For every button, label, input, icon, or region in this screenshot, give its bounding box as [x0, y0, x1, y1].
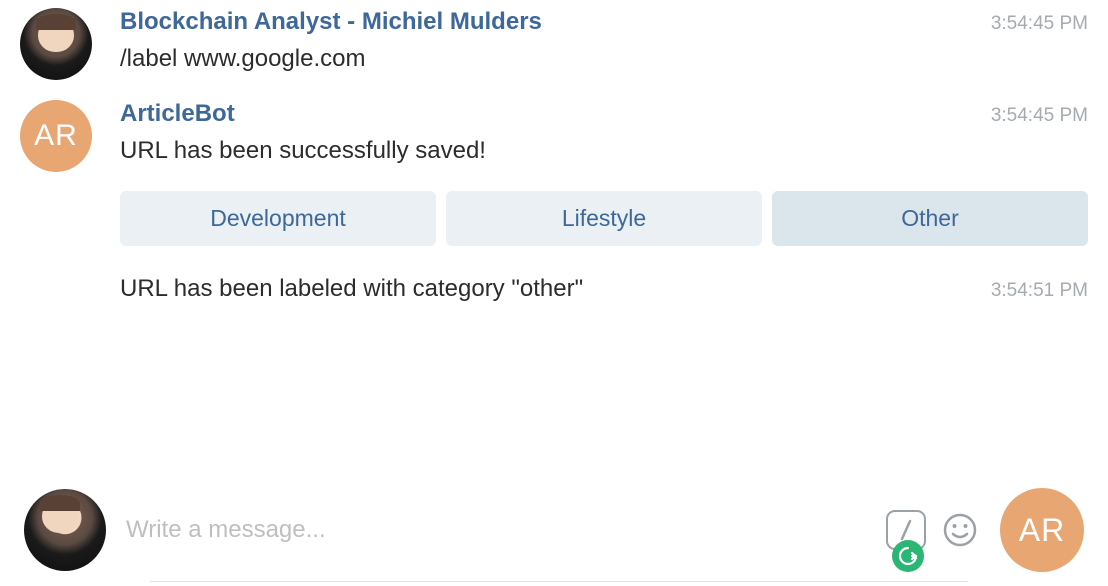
message-row-user: Blockchain Analyst - Michiel Mulders 3:5…	[20, 8, 1088, 80]
smiley-icon	[942, 512, 978, 548]
avatar-user[interactable]	[20, 8, 92, 80]
avatar-bot[interactable]: AR	[20, 100, 92, 172]
message-body: ArticleBot 3:54:45 PM URL has been succe…	[120, 100, 1088, 307]
sender-name[interactable]: Blockchain Analyst - Michiel Mulders	[120, 8, 542, 36]
followup-timestamp: 3:54:51 PM	[991, 280, 1088, 302]
category-button-other[interactable]: Other	[772, 191, 1088, 246]
followup-text: URL has been labeled with category "othe…	[120, 272, 583, 307]
avatar-initials: AR	[34, 119, 78, 153]
message-body: Blockchain Analyst - Michiel Mulders 3:5…	[120, 8, 1088, 77]
slash-icon	[897, 519, 915, 541]
message-timestamp: 3:54:45 PM	[991, 105, 1088, 127]
grammarly-icon[interactable]	[892, 540, 924, 572]
composer-underline	[150, 581, 968, 582]
followup-row: URL has been labeled with category "othe…	[120, 272, 1088, 307]
message-composer: AR	[0, 474, 1108, 586]
message-text: /label www.google.com	[120, 42, 1088, 77]
avatar-initials: AR	[1019, 512, 1065, 549]
category-button-lifestyle[interactable]: Lifestyle	[446, 191, 762, 246]
sender-name[interactable]: ArticleBot	[120, 100, 235, 128]
category-buttons-row: Development Lifestyle Other	[120, 191, 1088, 246]
composer-input-wrap	[126, 506, 980, 554]
message-timestamp: 3:54:45 PM	[991, 13, 1088, 35]
category-button-development[interactable]: Development	[120, 191, 436, 246]
emoji-picker-icon[interactable]	[940, 510, 980, 550]
grammarly-g-icon	[898, 546, 918, 566]
message-text: URL has been successfully saved!	[120, 134, 1088, 169]
chat-message-list: Blockchain Analyst - Michiel Mulders 3:5…	[0, 0, 1108, 307]
avatar-bot-composer[interactable]: AR	[1000, 488, 1084, 572]
avatar-user-composer[interactable]	[24, 489, 106, 571]
message-input[interactable]	[126, 506, 886, 554]
composer-actions	[886, 510, 980, 550]
message-row-bot: AR ArticleBot 3:54:45 PM URL has been su…	[20, 100, 1088, 307]
